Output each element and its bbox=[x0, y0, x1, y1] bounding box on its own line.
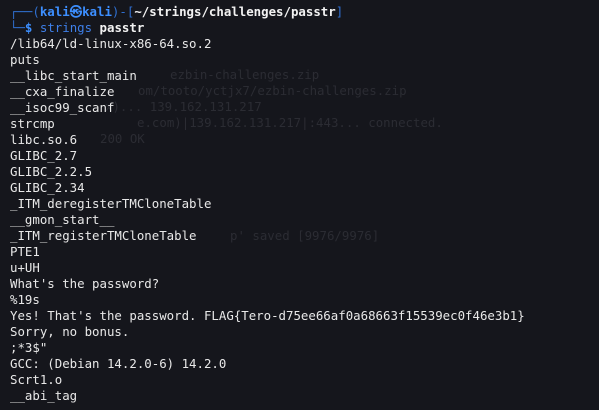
output-line: GLIBC_2.2.5 bbox=[10, 164, 93, 179]
output-line: GLIBC_2.34 bbox=[10, 180, 85, 195]
output-line: Sorry, no bonus. bbox=[10, 324, 130, 339]
output-line: strcmp bbox=[10, 116, 55, 131]
output-line: /lib64/ld-linux-x86-64.so.2 bbox=[10, 36, 212, 51]
output-line: _ITM_registerTMCloneTable bbox=[10, 228, 197, 243]
output-line: What's the password? bbox=[10, 276, 160, 291]
output-line: GLIBC_2.7 bbox=[10, 148, 78, 163]
command-output: /lib64/ld-linux-x86-64.so.2 puts __libc_… bbox=[10, 36, 595, 404]
prompt-path: ~/strings/challenges/passtr bbox=[134, 4, 336, 19]
terminal-window[interactable]: ezbin-challenges.zip om/tooto/yctjx7/ezb… bbox=[0, 0, 599, 410]
command-argument: passtr bbox=[99, 20, 145, 35]
prompt-line: ┌──(kali㉿kali)-[~/strings/challenges/pas… bbox=[10, 4, 595, 20]
command-name: strings bbox=[39, 20, 93, 35]
output-line: __isoc99_scanf bbox=[10, 100, 115, 115]
terminal-content[interactable]: ┌──(kali㉿kali)-[~/strings/challenges/pas… bbox=[10, 4, 595, 404]
output-line: __cxa_finalize bbox=[10, 84, 115, 99]
output-line: u+UH bbox=[10, 260, 40, 275]
output-line: __gmon_start__ bbox=[10, 212, 115, 227]
output-line: %19s bbox=[10, 292, 40, 307]
output-line: puts bbox=[10, 52, 40, 67]
command-line: └─$ strings passtr bbox=[10, 20, 595, 36]
prompt-frame-sep: )-[ bbox=[111, 4, 135, 19]
prompt-dollar: $ bbox=[24, 20, 33, 35]
output-line: libc.so.6 bbox=[10, 132, 78, 147]
output-line: PTE1 bbox=[10, 244, 40, 259]
prompt-frame-bottom: └─ bbox=[10, 20, 25, 35]
prompt-host: kali bbox=[82, 4, 112, 19]
output-line: __abi_tag bbox=[10, 388, 78, 403]
output-line: ;*3$" bbox=[10, 340, 48, 355]
flag-output-line: Yes! That's the password. FLAG{Tero-d75e… bbox=[10, 308, 525, 323]
output-line: Scrt1.o bbox=[10, 372, 63, 387]
prompt-user: kali bbox=[39, 4, 70, 19]
output-line: GCC: (Debian 14.2.0-6) 14.2.0 bbox=[10, 356, 227, 371]
prompt-frame-end: ] bbox=[335, 4, 344, 19]
prompt-frame-top: ┌──( bbox=[10, 4, 40, 19]
output-line: __libc_start_main bbox=[10, 68, 137, 83]
output-line: _ITM_deregisterTMCloneTable bbox=[10, 196, 212, 211]
kali-symbol-icon: ㉿ bbox=[69, 4, 83, 19]
